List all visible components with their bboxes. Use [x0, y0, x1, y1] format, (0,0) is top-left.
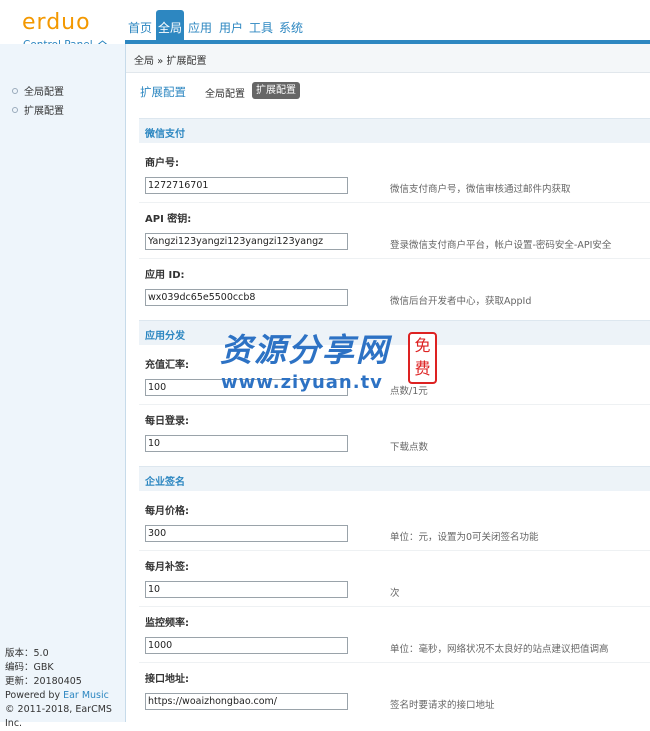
watermark-url: www.ziyuan.tv	[221, 372, 383, 393]
sidebar-item-label: 全局配置	[24, 87, 64, 98]
encoding-info: 编码：GBK	[5, 662, 54, 673]
merchant-id-input[interactable]: 1272716701	[145, 177, 348, 194]
sidebar-item-extended-config[interactable]: 扩展配置	[12, 102, 64, 117]
api-key-label: API 密钥:	[145, 214, 192, 225]
divider	[139, 662, 650, 663]
app-id-label: 应用 ID:	[145, 270, 185, 281]
header: erduo Control Panel 首页 全局 应用 用户 工具 系统	[0, 0, 650, 51]
nav-tab-global[interactable]: 全局	[156, 10, 184, 40]
logo-brand: erduo	[22, 10, 91, 35]
monitor-frequency-label: 监控频率:	[145, 618, 189, 629]
nav-tab-tools[interactable]: 工具	[247, 10, 275, 40]
version-info: 版本：5.0	[5, 648, 49, 659]
monthly-resign-label: 每月补签:	[145, 562, 189, 573]
recharge-rate-label: 充值汇率:	[145, 360, 189, 371]
breadcrumb-bar: 全局 » 扩展配置	[126, 44, 650, 73]
sidebar: 全局配置 扩展配置 版本：5.0 编码：GBK 更新：20180405 Powe…	[0, 44, 126, 729]
powered-by: Powered by Ear Music	[5, 690, 109, 701]
monthly-price-label: 每月价格:	[145, 506, 189, 517]
api-endpoint-label: 接口地址:	[145, 674, 189, 685]
nav-tab-users[interactable]: 用户	[217, 10, 245, 40]
divider	[139, 404, 650, 405]
powered-by-link[interactable]: Ear Music	[63, 690, 109, 701]
divider	[139, 606, 650, 607]
nav-tab-apps[interactable]: 应用	[186, 10, 214, 40]
monthly-resign-hint: 次	[390, 588, 400, 599]
watermark-text: 资源分享网	[220, 331, 391, 369]
api-endpoint-input[interactable]: https://woaizhongbao.com/	[145, 693, 348, 710]
daily-login-input[interactable]: 10	[145, 435, 348, 452]
update-info: 更新：20180405	[5, 676, 82, 687]
merchant-id-label: 商户号:	[145, 158, 179, 169]
breadcrumb: 全局 » 扩展配置	[134, 56, 207, 67]
app-id-hint: 微信后台开发者中心，获取AppId	[390, 296, 532, 307]
nav-tab-system[interactable]: 系统	[277, 10, 305, 40]
nav-tab-home[interactable]: 首页	[126, 10, 154, 40]
logo[interactable]: erduo Control Panel	[22, 10, 122, 51]
monitor-frequency-input[interactable]: 1000	[145, 637, 348, 654]
divider	[139, 202, 650, 203]
section-header-wechat-pay: 微信支付	[139, 118, 650, 143]
merchant-id-hint: 微信支付商户号，微信审核通过邮件内获取	[390, 184, 571, 195]
api-key-hint: 登录微信支付商户平台，帐户设置-密码安全-API安全	[390, 240, 612, 251]
watermark: 资源分享网 www.ziyuan.tv 免费	[215, 323, 455, 403]
api-key-input[interactable]: Yangzi123yangzi123yangzi123yangz	[145, 233, 348, 250]
monitor-frequency-hint: 单位：毫秒，网络状况不太良好的站点建议把值调高	[390, 644, 609, 655]
sidebar-item-label: 扩展配置	[24, 106, 64, 117]
monthly-resign-input[interactable]: 10	[145, 581, 348, 598]
monthly-price-input[interactable]: 300	[145, 525, 348, 542]
page-title: 扩展配置	[140, 85, 186, 99]
daily-login-label: 每日登录:	[145, 416, 189, 427]
sidebar-item-global-config[interactable]: 全局配置	[12, 83, 64, 98]
watermark-seal: 免费	[408, 332, 437, 384]
daily-login-hint: 下载点数	[390, 442, 429, 453]
tab-global-config[interactable]: 全局配置	[205, 85, 245, 100]
api-endpoint-hint: 签名时要请求的接口地址	[390, 700, 495, 711]
monthly-price-hint: 单位：元，设置为0可关闭签名功能	[390, 532, 539, 543]
copyright: © 2011-2018, EarCMS Inc.	[5, 704, 112, 729]
app-id-input[interactable]: wx039dc65e5500ccb8	[145, 289, 348, 306]
divider	[139, 258, 650, 259]
divider	[139, 550, 650, 551]
bullet-icon	[12, 88, 18, 94]
sidebar-info: 版本：5.0 编码：GBK 更新：20180405 Powered by Ear…	[5, 647, 125, 731]
tab-extended-config[interactable]: 扩展配置	[252, 82, 300, 99]
section-header-enterprise-signing: 企业签名	[139, 466, 650, 491]
bullet-icon	[12, 107, 18, 113]
